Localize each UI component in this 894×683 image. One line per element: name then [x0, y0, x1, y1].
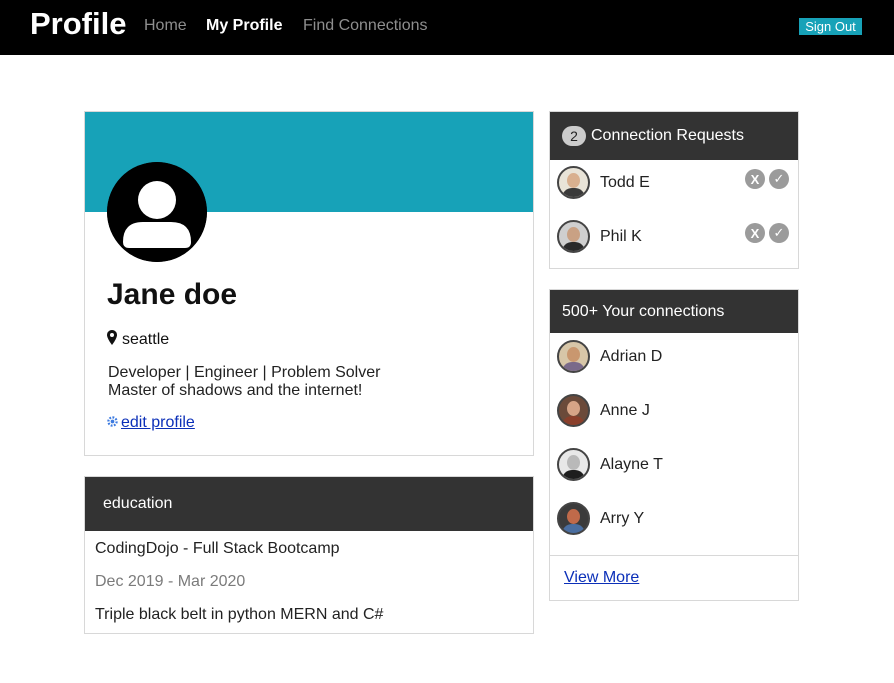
view-more-footer: View More	[550, 555, 798, 600]
request-item[interactable]: Phil K	[557, 220, 642, 253]
education-dates: Dec 2019 - Mar 2020	[95, 573, 246, 590]
connections-header: 500+ Your connections	[550, 290, 798, 333]
connection-requests-header: 2 Connection Requests	[550, 112, 798, 160]
avatar	[557, 220, 590, 253]
connection-name: Adrian D	[600, 347, 663, 365]
profile-location: seattle	[107, 330, 169, 350]
education-header: education	[85, 477, 533, 531]
gear-icon	[107, 414, 118, 432]
bio-line-2: Master of shadows and the internet!	[108, 382, 363, 399]
avatar	[557, 502, 590, 535]
nav-home-link[interactable]: Home	[144, 17, 187, 35]
request-item[interactable]: Todd E	[557, 166, 650, 199]
top-navbar: Profile Home My Profile Find Connections…	[0, 0, 894, 55]
request-name: Phil K	[600, 227, 642, 245]
reject-request-button[interactable]: X	[745, 223, 765, 243]
education-description: Triple black belt in python MERN and C#	[95, 606, 384, 623]
connection-item[interactable]: Alayne T	[557, 448, 663, 481]
profile-name: Jane doe	[107, 278, 238, 311]
request-actions: X ✓	[745, 169, 789, 189]
accept-request-button[interactable]: ✓	[769, 223, 789, 243]
accept-request-button[interactable]: ✓	[769, 169, 789, 189]
avatar	[557, 394, 590, 427]
connection-requests-card: 2 Connection Requests Todd E X ✓ Phil K …	[549, 111, 799, 269]
connection-item[interactable]: Arry Y	[557, 502, 644, 535]
edit-profile-link[interactable]: edit profile	[107, 414, 195, 432]
request-name: Todd E	[600, 173, 650, 191]
connection-item[interactable]: Anne J	[557, 394, 650, 427]
education-school: CodingDojo - Full Stack Bootcamp	[95, 540, 340, 557]
sign-out-button[interactable]: Sign Out	[799, 18, 862, 35]
profile-bio: Developer | Engineer | Problem Solver Ma…	[108, 364, 380, 400]
avatar	[557, 340, 590, 373]
connection-name: Arry Y	[600, 509, 645, 527]
connections-card: 500+ Your connections Adrian D Anne J Al…	[549, 289, 799, 601]
education-card: education CodingDojo - Full Stack Bootca…	[84, 476, 534, 634]
request-actions: X ✓	[745, 223, 789, 243]
view-more-link[interactable]: View More	[564, 569, 639, 587]
profile-avatar-icon	[107, 162, 207, 262]
nav-find-connections-link[interactable]: Find Connections	[303, 17, 428, 35]
connection-name: Anne J	[600, 401, 650, 419]
map-marker-icon	[107, 330, 117, 350]
brand-title[interactable]: Profile	[30, 6, 126, 42]
profile-card: Jane doe seattle Developer | Engineer | …	[84, 111, 534, 456]
connection-name: Alayne T	[600, 455, 663, 473]
location-text: seattle	[122, 331, 170, 348]
connection-requests-title: Connection Requests	[591, 127, 744, 144]
request-count-badge: 2	[562, 126, 586, 146]
avatar	[557, 448, 590, 481]
bio-line-1: Developer | Engineer | Problem Solver	[108, 364, 381, 381]
edit-profile-label: edit profile	[121, 414, 195, 431]
nav-my-profile-link[interactable]: My Profile	[206, 17, 282, 35]
reject-request-button[interactable]: X	[745, 169, 765, 189]
avatar	[557, 166, 590, 199]
connection-item[interactable]: Adrian D	[557, 340, 662, 373]
